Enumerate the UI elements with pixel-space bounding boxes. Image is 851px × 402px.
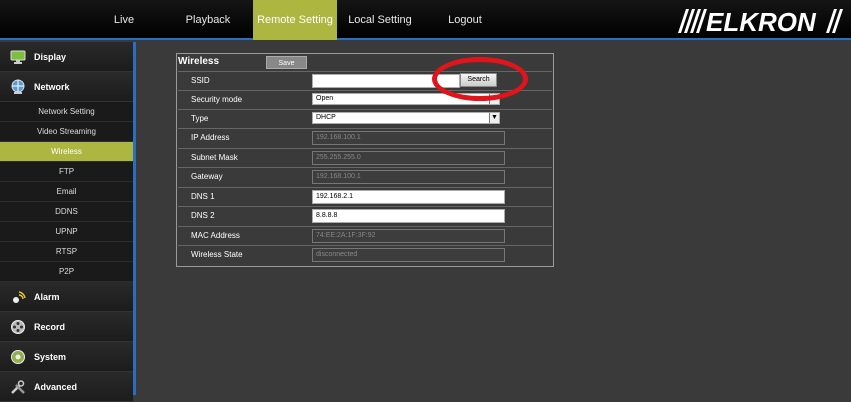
- nav-playback[interactable]: Playback: [178, 0, 238, 40]
- tools-icon: [11, 380, 25, 394]
- ssid-label: SSID: [191, 76, 210, 85]
- wireless-state-row: Wireless State disconnected: [178, 245, 552, 264]
- sidebar-group-display[interactable]: Display: [0, 42, 133, 72]
- mac-address-input[interactable]: 74:EE:2A:1F:3F:92: [312, 229, 505, 243]
- film-reel-icon: [11, 320, 25, 334]
- gateway-label: Gateway: [191, 172, 223, 181]
- dns1-label: DNS 1: [191, 192, 215, 201]
- dns2-label: DNS 2: [191, 211, 215, 220]
- nav-local-setting[interactable]: Local Setting: [345, 0, 415, 40]
- sidebar-item-wireless[interactable]: Wireless: [0, 142, 133, 162]
- sidebar-group-label: Alarm: [34, 292, 60, 302]
- sidebar-item-rtsp[interactable]: RTSP: [0, 242, 133, 262]
- subnet-mask-row: Subnet Mask 255.255.255.0: [178, 148, 552, 167]
- alarm-icon: [13, 291, 26, 303]
- security-mode-label: Security mode: [191, 95, 243, 104]
- ip-address-label: IP Address: [191, 133, 230, 142]
- annotation-circle: [432, 57, 528, 101]
- sidebar-item-network-setting[interactable]: Network Setting: [0, 102, 133, 122]
- system-gear-icon: [11, 350, 25, 364]
- dns1-row: DNS 1 192.168.2.1: [178, 187, 552, 206]
- sidebar-group-system[interactable]: System: [0, 342, 133, 372]
- dns2-input[interactable]: 8.8.8.8: [312, 209, 505, 223]
- nav-live[interactable]: Live: [96, 0, 152, 40]
- wireless-state-input[interactable]: disconnected: [312, 248, 505, 262]
- sidebar-group-label: Record: [34, 322, 66, 332]
- gateway-input[interactable]: 192.168.100.1: [312, 170, 505, 184]
- sidebar-group-label: Network: [34, 82, 70, 92]
- type-label: Type: [191, 114, 209, 123]
- sidebar-group-label: System: [34, 352, 67, 362]
- top-navigation-bar: Live Playback Remote Setting Local Setti…: [0, 0, 851, 40]
- sidebar-item-p2p[interactable]: P2P: [0, 262, 133, 282]
- sidebar-group-alarm[interactable]: Alarm: [0, 282, 133, 312]
- security-mode-value: Open: [316, 95, 334, 102]
- monitor-icon: [10, 50, 26, 64]
- dns2-row: DNS 2 8.8.8.8: [178, 206, 552, 225]
- sidebar-item-upnp[interactable]: UPNP: [0, 222, 133, 242]
- network-globe-icon: [11, 79, 25, 94]
- mac-address-label: MAC Address: [191, 231, 240, 240]
- sidebar-group-advanced[interactable]: Advanced: [0, 372, 133, 402]
- type-row: Type DHCP ▼: [178, 109, 552, 128]
- nav-logout[interactable]: Logout: [440, 0, 490, 40]
- sidebar-group-record[interactable]: Record: [0, 312, 133, 342]
- sidebar-item-ftp[interactable]: FTP: [0, 162, 133, 182]
- chevron-down-icon: ▼: [489, 113, 499, 123]
- nav-remote-setting[interactable]: Remote Setting: [253, 0, 337, 40]
- subnet-mask-input[interactable]: 255.255.255.0: [312, 151, 505, 165]
- sidebar-item-email[interactable]: Email: [0, 182, 133, 202]
- ip-address-row: IP Address 192.168.100.1: [178, 128, 552, 147]
- subnet-mask-label: Subnet Mask: [191, 153, 238, 162]
- dns1-input[interactable]: 192.168.2.1: [312, 190, 505, 204]
- type-select[interactable]: DHCP ▼: [312, 112, 500, 124]
- mac-address-row: MAC Address 74:EE:2A:1F:3F:92: [178, 226, 552, 245]
- save-button[interactable]: Save: [266, 56, 307, 69]
- gateway-row: Gateway 192.168.100.1: [178, 167, 552, 186]
- panel-title: Wireless: [178, 56, 220, 67]
- sidebar-item-video-streaming[interactable]: Video Streaming: [0, 122, 133, 142]
- ip-address-input[interactable]: 192.168.100.1: [312, 131, 505, 145]
- sidebar: Display Network Network Setting Video St…: [0, 42, 136, 402]
- sidebar-item-ddns[interactable]: DDNS: [0, 202, 133, 222]
- type-value: DHCP: [316, 114, 336, 121]
- svg-text:ELKRON: ELKRON: [706, 7, 817, 36]
- sidebar-group-label: Advanced: [34, 382, 78, 392]
- sidebar-group-label: Display: [34, 52, 67, 62]
- wireless-state-label: Wireless State: [191, 250, 243, 259]
- sidebar-group-network[interactable]: Network: [0, 72, 133, 102]
- elkron-logo: ELKRON: [678, 7, 843, 36]
